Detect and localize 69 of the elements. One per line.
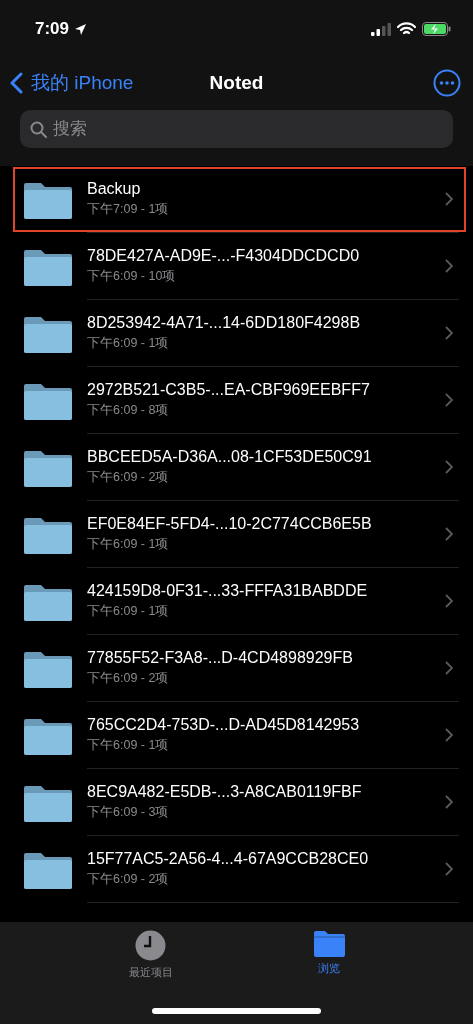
chevron-icon [445,862,453,876]
tab-item[interactable]: 浏览 [307,922,351,977]
battery-charging-icon [422,22,451,36]
chevron-icon [445,393,453,407]
folder-icon [24,649,72,688]
search-field[interactable]: 搜索 [20,110,453,148]
folder-row[interactable]: 77855F52-F3A8-...D-4CD4898929FB 下午6:09 - 2项 [0,635,473,702]
folder-name: 765CC2D4-753D-...D-AD45D8142953 [87,716,360,734]
folder-details: 下午6:09 - 10项 [87,268,176,285]
folder-row[interactable]: 78DE427A-AD9E-...-F4304DDCDCD0 下午6:09 - 10项 [0,233,473,300]
location-arrow-icon [74,22,88,36]
folder-name: 15F77AC5-2A56-4...4-67A9CCB28CE0 [87,850,369,868]
folder-name: 8EC9A482-E5DB-...3-A8CAB0119FBF [87,783,362,801]
chevron-icon [445,728,453,742]
folder-name: BBCEED5A-D36A...08-1CF53DE50C91 [87,448,372,466]
folder-icon [24,247,72,286]
back-chevron-icon [10,72,23,94]
chevron-icon [445,326,453,340]
folder-row[interactable]: 2972B521-C3B5-...EA-CBF969EEBFF7 下午6:09 - 8项 [0,367,473,434]
folder-row[interactable]: 8EC9A482-E5DB-...3-A8CAB0119FBF 下午6:09 - 3项 [0,769,473,836]
folder-details: 下午6:09 - 1项 [87,737,169,754]
chevron-icon [445,795,453,809]
folder-name: 424159D8-0F31-...33-FFFA31BABDDE [87,582,368,600]
status-time: 7:09 [35,19,70,39]
folder-row[interactable]: 765CC2D4-753D-...D-AD45D8142953 下午6:09 - 1项 [0,702,473,769]
folder-row[interactable]: BBCEED5A-D36A...08-1CF53DE50C91 下午6:09 - 2项 [0,434,473,501]
folder-details: 下午6:09 - 1项 [87,536,169,553]
folder-icon [24,783,72,822]
wifi-icon [397,22,416,36]
chevron-icon [445,192,453,206]
folder-details: 下午6:09 - 2项 [87,871,169,888]
folder-icon [24,850,72,889]
clock-icon [135,930,166,961]
chevron-icon [445,460,453,474]
folder-row[interactable]: 8D253942-4A71-...14-6DD180F4298B 下午6:09 - 1项 [0,300,473,367]
folder-name: Backup [87,180,141,198]
chevron-icon [445,661,453,675]
folder-row[interactable]: Backup 下午7:09 - 1项 [0,166,473,233]
cellular-signal-icon [371,22,391,36]
folder-details: 下午6:09 - 1项 [87,335,169,352]
folder-icon [313,930,345,957]
folder-name: 8D253942-4A71-...14-6DD180F4298B [87,314,361,332]
folder-details: 下午6:09 - 8项 [87,402,169,419]
folder-icon [24,314,72,353]
folder-name: 2972B521-C3B5-...EA-CBF969EEBFF7 [87,381,370,399]
chevron-icon [445,594,453,608]
screen-title: Noted [209,72,264,94]
folder-details: 下午6:09 - 1项 [87,603,169,620]
more-options-icon[interactable] [433,69,461,97]
folder-icon [24,582,72,621]
folder-row[interactable]: EF0E84EF-5FD4-...10-2C774CCB6E5B 下午6:09 - 1项 [0,501,473,568]
folder-row[interactable]: 15F77AC5-2A56-4...4-67A9CCB28CE0 下午6:09 - 2项 [0,836,473,903]
chevron-icon [445,527,453,541]
folder-icon [24,448,72,487]
folder-details: 下午6:09 - 3项 [87,804,169,821]
folder-icon [24,515,72,554]
folder-name: EF0E84EF-5FD4-...10-2C774CCB6E5B [87,515,372,533]
folder-details: 下午6:09 - 2项 [87,670,169,687]
folder-icon [24,381,72,420]
folder-details: 下午7:09 - 1项 [87,201,169,218]
folder-row[interactable]: 424159D8-0F31-...33-FFFA31BABDDE 下午6:09 - 1项 [0,568,473,635]
folder-icon [24,716,72,755]
folder-icon [24,180,72,219]
tab-item[interactable]: 最近项目 [122,922,179,981]
folder-name: 77855F52-F3A8-...D-4CD4898929FB [87,649,353,667]
chevron-icon [445,259,453,273]
folder-name: 78DE427A-AD9E-...-F4304DDCDCD0 [87,247,360,265]
folder-details: 下午6:09 - 2项 [87,469,169,486]
back-button[interactable]: 我的 iPhone [10,70,134,96]
